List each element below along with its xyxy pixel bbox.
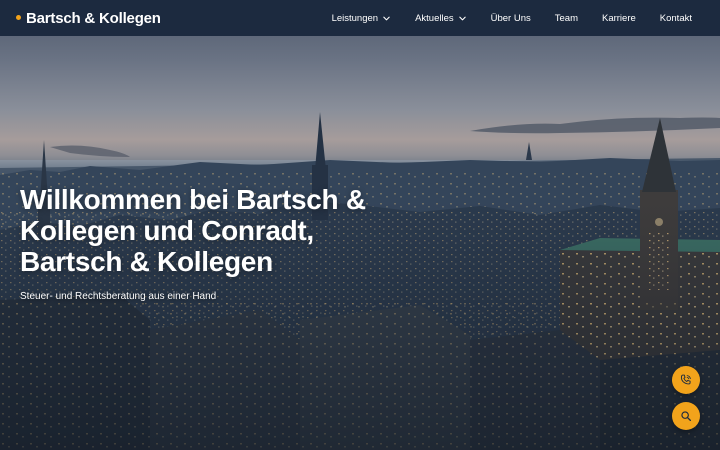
nav-item-label: Team <box>554 12 578 24</box>
site-logo[interactable]: Bartsch & Kollegen <box>16 10 161 27</box>
nav-item-aktuelles[interactable]: Aktuelles <box>415 13 467 24</box>
nav-item-team[interactable]: Team <box>555 13 578 24</box>
call-button[interactable] <box>672 366 700 394</box>
hero-title-line: Bartsch & Kollegen <box>20 246 273 277</box>
logo-dot-icon <box>16 14 21 20</box>
chevron-down-icon <box>383 16 390 20</box>
nav-item-ueber-uns[interactable]: Über Uns <box>491 13 531 24</box>
nav-item-kontakt[interactable]: Kontakt <box>660 13 692 24</box>
main-navigation: Leistungen Aktuelles Über Uns Team Karri… <box>332 13 692 24</box>
site-header: Bartsch & Kollegen Leistungen Aktuelles … <box>0 0 720 36</box>
nav-item-label: Aktuelles <box>415 12 454 24</box>
hero-subtitle: Steuer- und Rechtsberatung aus einer Han… <box>20 291 217 302</box>
search-icon <box>681 411 692 422</box>
hero-title-line: Willkommen bei Bartsch & <box>20 184 366 215</box>
search-button[interactable] <box>672 402 700 430</box>
nav-item-label: Über Uns <box>490 12 531 24</box>
nav-item-leistungen[interactable]: Leistungen <box>332 13 391 24</box>
chevron-down-icon <box>458 16 466 20</box>
hero-title: Willkommen bei Bartsch & Kollegen und Co… <box>20 184 380 277</box>
page: Bartsch & Kollegen Leistungen Aktuelles … <box>0 0 720 450</box>
phone-icon <box>680 374 691 385</box>
nav-item-karriere[interactable]: Karriere <box>602 13 636 24</box>
nav-item-label: Kontakt <box>659 12 692 24</box>
nav-item-label: Leistungen <box>331 12 379 24</box>
nav-item-label: Karriere <box>601 12 636 24</box>
hero-title-line: Kollegen und Conradt, <box>20 215 314 246</box>
logo-text: Bartsch & Kollegen <box>26 9 161 27</box>
